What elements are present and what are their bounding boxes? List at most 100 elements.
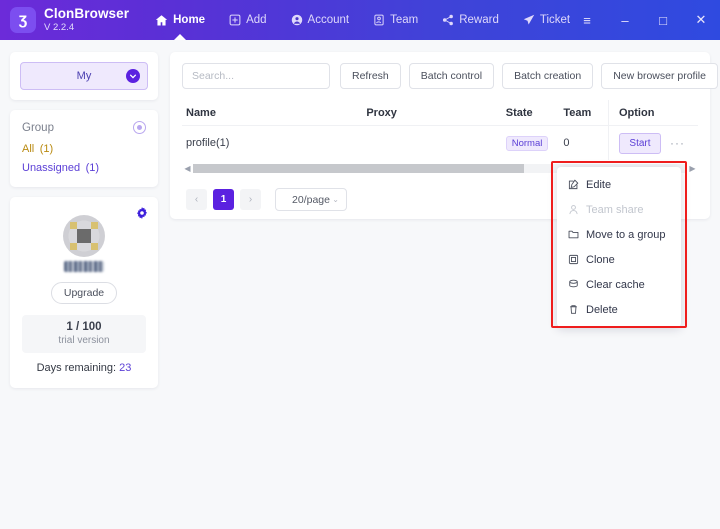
- group-card: Group All (1) Unassigned (1): [10, 110, 158, 187]
- hamburger-menu-icon[interactable]: ≡: [568, 0, 606, 40]
- search-input[interactable]: [182, 63, 330, 89]
- context-menu-item-clone[interactable]: Clone: [557, 247, 681, 272]
- account-card: Upgrade 1 / 100 trial version Days remai…: [10, 197, 158, 388]
- workspace-selector-label: My: [76, 70, 92, 82]
- pagination-next[interactable]: ›: [240, 189, 261, 210]
- cell-state: Normal: [505, 135, 564, 151]
- new-browser-profile-button[interactable]: New browser profile: [601, 63, 718, 89]
- nav-item-ticket-label: Ticket: [539, 14, 571, 26]
- app-window: ʒ ClonBrowser V 2.2.4 Home Add Account T…: [0, 0, 720, 529]
- nav-item-team-label: Team: [390, 14, 419, 26]
- context-menu-item-clear-cache[interactable]: Clear cache: [557, 272, 681, 297]
- trial-count: 1 / 100: [66, 321, 102, 333]
- folder-icon: [568, 229, 579, 240]
- username-redacted: [64, 261, 104, 272]
- row-context-menu: Edite Team share Move to a group Clone C…: [557, 167, 681, 327]
- title-bar: ʒ ClonBrowser V 2.2.4 Home Add Account T…: [0, 0, 720, 40]
- home-icon: [155, 14, 168, 27]
- scroll-right-arrow-icon[interactable]: ▶: [687, 164, 698, 173]
- cell-name: profile(1): [186, 137, 230, 149]
- clear-cache-icon: [568, 279, 579, 290]
- send-icon: [523, 14, 535, 26]
- toolbar: Refresh Batch control Batch creation New…: [182, 63, 718, 89]
- scrollbar-thumb[interactable]: [193, 164, 524, 173]
- copy-icon: [568, 254, 579, 265]
- edit-icon: [568, 179, 579, 190]
- days-remaining: Days remaining: 23: [22, 362, 146, 374]
- chevron-down-circle-icon: [126, 69, 140, 83]
- context-menu-item-team-share: Team share: [557, 197, 681, 222]
- plus-square-icon: [229, 14, 241, 26]
- nav-item-home-label: Home: [173, 14, 206, 26]
- column-header-option: Option: [607, 100, 698, 125]
- chevron-down-icon: ⌄: [332, 195, 339, 204]
- account-identity: [22, 215, 146, 272]
- column-header-name: Name: [186, 106, 216, 119]
- person-icon: [568, 204, 579, 215]
- group-item-all[interactable]: All (1): [22, 143, 146, 155]
- context-menu-item-clear-cache-label: Clear cache: [586, 278, 645, 291]
- share-icon: [442, 14, 454, 26]
- workspace-card: My: [10, 52, 158, 100]
- row-more-options-icon[interactable]: ···: [670, 136, 685, 150]
- column-header-proxy: Proxy: [366, 106, 397, 119]
- context-menu-item-delete-label: Delete: [586, 303, 618, 316]
- cell-team: 0: [563, 137, 570, 149]
- column-header-state: State: [505, 106, 533, 119]
- trash-icon: [568, 304, 579, 315]
- batch-control-button[interactable]: Batch control: [408, 63, 495, 89]
- nav-item-home[interactable]: Home: [143, 0, 217, 40]
- refresh-button[interactable]: Refresh: [340, 63, 401, 89]
- trial-usage-box: 1 / 100 trial version: [22, 315, 146, 353]
- sidebar: My Group All (1) Unassigned (1) Upgrade …: [10, 52, 158, 388]
- app-logo-icon: ʒ: [10, 7, 36, 33]
- close-icon[interactable]: ✕: [682, 0, 720, 40]
- page-size-label: 20/page: [292, 193, 330, 206]
- group-header: Group: [22, 121, 146, 134]
- context-menu-item-team-share-label: Team share: [586, 203, 644, 216]
- days-remaining-label: Days remaining:: [36, 362, 117, 374]
- nav-item-account[interactable]: Account: [279, 0, 362, 40]
- scroll-left-arrow-icon[interactable]: ◀: [182, 164, 193, 173]
- workspace-selector[interactable]: My: [20, 62, 148, 90]
- batch-creation-button[interactable]: Batch creation: [502, 63, 594, 89]
- start-button[interactable]: Start: [618, 132, 661, 154]
- user-circle-icon: [291, 14, 303, 26]
- window-controls: ≡ – □ ✕: [568, 0, 720, 40]
- group-item-unassigned[interactable]: Unassigned (1): [22, 162, 146, 174]
- context-menu-item-delete[interactable]: Delete: [557, 297, 681, 322]
- nav-item-add[interactable]: Add: [217, 0, 278, 40]
- nav-item-reward-label: Reward: [459, 14, 499, 26]
- avatar[interactable]: [63, 215, 105, 257]
- trial-label: trial version: [58, 335, 110, 346]
- column-header-team: Team: [563, 106, 592, 119]
- table-header-row: Name Proxy State Team Option: [182, 100, 698, 126]
- context-menu-item-clone-label: Clone: [586, 253, 615, 266]
- nav-item-add-label: Add: [246, 14, 267, 26]
- app-version: V 2.2.4: [44, 21, 75, 33]
- pagination-page-1[interactable]: 1: [213, 189, 234, 210]
- main-nav: Home Add Account Team Reward Ticket: [143, 0, 582, 40]
- table-row[interactable]: profile(1) Normal 0 Start ···: [182, 126, 698, 160]
- add-group-icon[interactable]: [133, 121, 146, 134]
- context-menu-item-move-to-group[interactable]: Move to a group: [557, 222, 681, 247]
- context-menu-item-move-to-group-label: Move to a group: [586, 228, 666, 241]
- cell-option: Start ···: [607, 126, 698, 160]
- nav-item-reward[interactable]: Reward: [430, 0, 511, 40]
- pagination-prev[interactable]: ‹: [186, 189, 207, 210]
- id-card-icon: [373, 14, 385, 26]
- maximize-icon[interactable]: □: [644, 0, 682, 40]
- app-title: ClonBrowser: [44, 6, 130, 22]
- nav-item-team[interactable]: Team: [361, 0, 430, 40]
- context-menu-item-edit[interactable]: Edite: [557, 172, 681, 197]
- upgrade-button[interactable]: Upgrade: [51, 282, 117, 304]
- minimize-icon[interactable]: –: [606, 0, 644, 40]
- toolbar-actions: Batch control Batch creation New browser…: [401, 63, 718, 89]
- nav-item-account-label: Account: [307, 14, 350, 26]
- days-remaining-value: 23: [119, 362, 132, 374]
- page-size-select[interactable]: 20/page ⌄: [275, 188, 347, 211]
- status-badge: Normal: [505, 135, 549, 151]
- gear-icon[interactable]: [136, 206, 148, 224]
- profiles-table: Name Proxy State Team Option profile(1) …: [182, 100, 698, 175]
- logo-glyph: ʒ: [18, 11, 28, 28]
